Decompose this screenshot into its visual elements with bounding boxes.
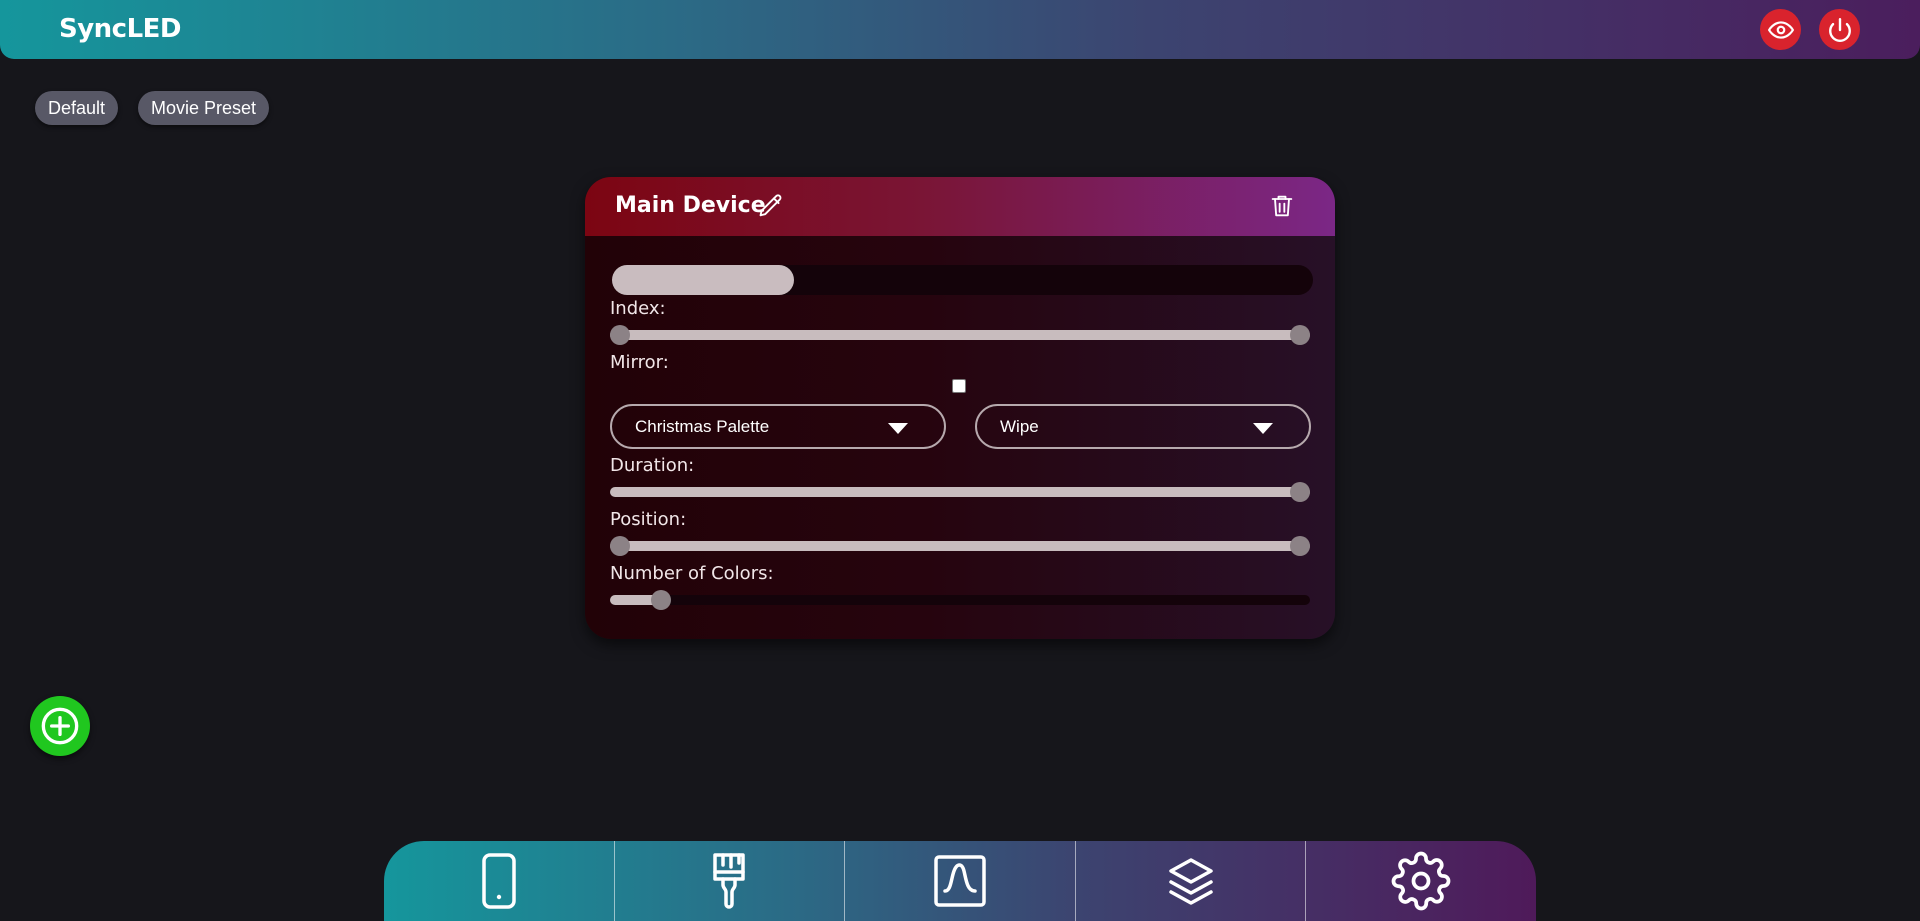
visibility-button[interactable] <box>1760 9 1801 50</box>
duration-label: Duration: <box>610 455 695 476</box>
power-button[interactable] <box>1819 9 1860 50</box>
nav-devices[interactable] <box>384 841 615 921</box>
device-card: Main Device Index: Mirror: Christmas Pal… <box>585 177 1335 639</box>
index-range-slider[interactable] <box>610 325 1310 345</box>
index-label: Index: <box>610 298 666 319</box>
plus-circle-icon <box>41 707 79 745</box>
eye-icon <box>1767 20 1794 39</box>
position-label: Position: <box>610 509 687 530</box>
duration-slider[interactable] <box>610 482 1310 502</box>
duration-fill <box>610 487 1310 497</box>
app-title: SyncLED <box>59 14 182 44</box>
number-of-colors-label: Number of Colors: <box>610 563 774 584</box>
duration-thumb[interactable] <box>1290 482 1310 502</box>
position-range-slider[interactable] <box>610 536 1310 556</box>
curve-icon <box>934 855 986 907</box>
gear-icon <box>1391 851 1451 911</box>
mirror-label: Mirror: <box>610 352 669 373</box>
number-of-colors-thumb[interactable] <box>650 590 671 610</box>
nav-layers[interactable] <box>1076 841 1307 921</box>
preset-movie[interactable]: Movie Preset <box>138 91 270 125</box>
palette-select[interactable]: Christmas Palette <box>610 404 946 449</box>
nav-effects[interactable] <box>615 841 846 921</box>
position-range-fill <box>610 541 1310 551</box>
index-range-fill <box>610 330 1310 340</box>
effect-select-value: Wipe <box>1000 417 1039 436</box>
position-high-thumb[interactable] <box>1290 536 1310 556</box>
position-low-thumb[interactable] <box>610 536 630 556</box>
paintbrush-icon <box>713 853 746 909</box>
top-bar: SyncLED <box>0 0 1920 59</box>
device-card-header: Main Device <box>585 177 1335 236</box>
chevron-down-icon <box>1253 423 1273 434</box>
power-icon <box>1828 17 1851 42</box>
add-device-button[interactable] <box>30 696 90 756</box>
nav-settings[interactable] <box>1306 841 1536 921</box>
device-title: Main Device <box>615 193 766 218</box>
bottom-nav <box>384 841 1536 921</box>
nav-curves[interactable] <box>845 841 1076 921</box>
progress-bar-fill <box>612 265 795 295</box>
chevron-down-icon <box>888 423 908 434</box>
index-high-thumb[interactable] <box>1290 325 1310 345</box>
index-low-thumb[interactable] <box>610 325 630 345</box>
mirror-checkbox[interactable] <box>952 379 966 393</box>
phone-icon <box>482 853 516 909</box>
trash-icon[interactable] <box>1268 192 1296 220</box>
progress-bar <box>612 265 1313 295</box>
effect-select[interactable]: Wipe <box>975 404 1311 449</box>
number-of-colors-slider[interactable] <box>610 590 1310 610</box>
preset-default[interactable]: Default <box>35 91 119 125</box>
pencil-icon[interactable] <box>757 192 785 220</box>
layers-icon <box>1168 858 1213 905</box>
palette-select-value: Christmas Palette <box>635 417 770 436</box>
